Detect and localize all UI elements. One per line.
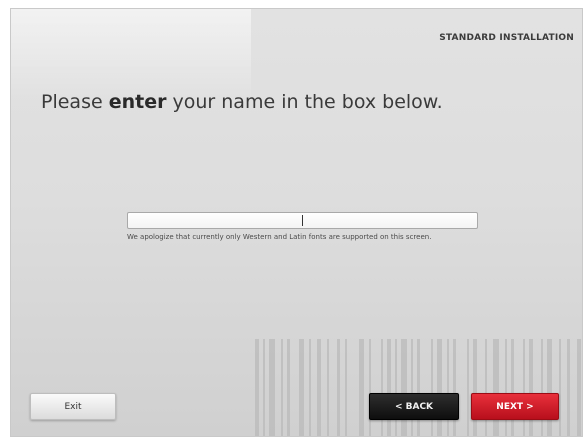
prompt-emphasis: enter: [108, 91, 167, 113]
installation-mode-label: STANDARD INSTALLATION: [439, 33, 574, 43]
barcode-bar: [417, 339, 420, 436]
barcode-bar: [447, 339, 449, 436]
barcode-bar: [411, 339, 413, 436]
barcode-bar: [529, 339, 533, 436]
barcode-bar: [369, 339, 371, 436]
barcode-bar: [327, 339, 329, 436]
back-button[interactable]: < BACK: [369, 393, 459, 420]
barcode-bar: [567, 339, 570, 436]
barcode-bar: [281, 339, 283, 436]
exit-button[interactable]: Exit: [30, 393, 116, 420]
barcode-bar: [255, 339, 259, 436]
prompt-text-start: Please: [41, 91, 109, 113]
barcode-bar: [387, 339, 391, 436]
barcode-bar: [547, 339, 552, 436]
text-cursor: [302, 215, 303, 226]
barcode-bar: [467, 339, 469, 436]
barcode-bar: [309, 339, 311, 436]
barcode-bar: [505, 339, 507, 436]
background-highlight: [11, 9, 251, 104]
barcode-bar: [287, 339, 290, 436]
barcode-bar: [401, 339, 407, 436]
barcode-bar: [493, 339, 499, 436]
barcode-bar: [437, 339, 442, 436]
barcode-bar: [523, 339, 525, 436]
barcode-decoration: [241, 339, 582, 436]
barcode-bar: [345, 339, 347, 436]
barcode-bar: [395, 339, 397, 436]
barcode-bar: [269, 339, 275, 436]
barcode-bar: [577, 339, 581, 436]
barcode-bar: [431, 339, 433, 436]
prompt-text-end: your name in the box below.: [166, 91, 443, 113]
barcode-bar: [359, 339, 364, 436]
barcode-bar: [453, 339, 456, 436]
name-prompt: Please enter your name in the box below.: [41, 91, 443, 113]
barcode-bar: [299, 339, 304, 436]
barcode-bar: [559, 339, 561, 436]
font-support-notice: We apologize that currently only Western…: [127, 233, 432, 241]
barcode-bar: [511, 339, 514, 436]
barcode-bar: [337, 339, 340, 436]
barcode-bar: [473, 339, 477, 436]
barcode-bar: [317, 339, 321, 436]
barcode-bar: [263, 339, 265, 436]
barcode-bar: [485, 339, 487, 436]
barcode-bar: [381, 339, 383, 436]
next-button[interactable]: NEXT >: [471, 393, 559, 420]
barcode-bar: [541, 339, 543, 436]
